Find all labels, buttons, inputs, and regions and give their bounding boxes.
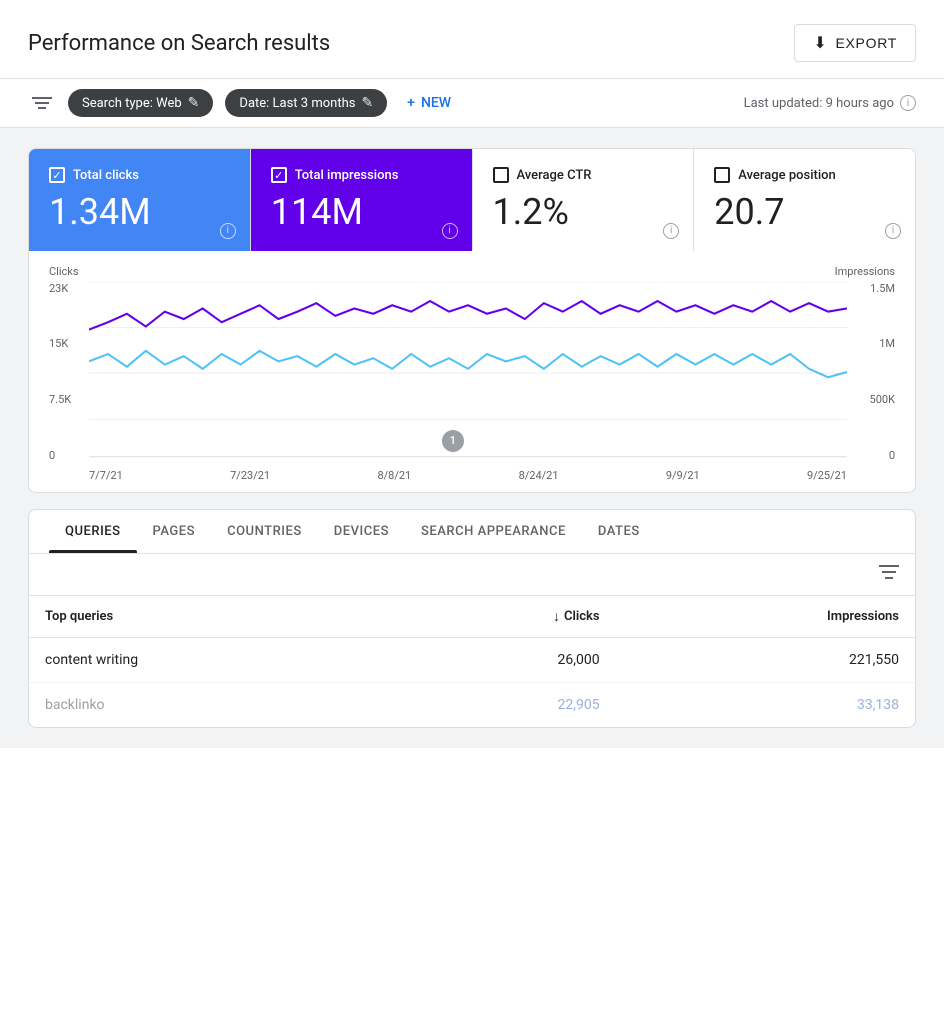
last-updated-info-icon[interactable]: i: [900, 95, 916, 111]
table-filter-icon[interactable]: [879, 564, 899, 585]
impressions-cell[interactable]: 33,138: [616, 682, 915, 727]
chart-container: Clicks Impressions 23K 15K 7.5K 0 1.5M 1…: [29, 251, 915, 492]
table-filter-row: [29, 554, 915, 596]
page-header: Performance on Search results ⬇ EXPORT: [0, 0, 944, 78]
filter-icon-button[interactable]: [28, 92, 56, 114]
x-axis: 7/7/21 7/23/21 8/8/21 8/24/21 9/9/21 9/2…: [89, 469, 847, 482]
table-row: content writing 26,000 221,550: [29, 637, 915, 682]
chart-left-label: Clicks: [49, 265, 79, 278]
tab-countries[interactable]: COUNTRIES: [211, 510, 318, 553]
clicks-label: Total clicks: [73, 168, 139, 183]
new-button[interactable]: + NEW: [399, 91, 459, 115]
last-updated-text: Last updated: 9 hours ago i: [744, 95, 916, 111]
position-checkbox[interactable]: [714, 167, 730, 183]
page-title: Performance on Search results: [28, 31, 330, 56]
chart-area: 23K 15K 7.5K 0 1.5M 1M 500K 0: [49, 282, 895, 482]
y-axis-left: 23K 15K 7.5K 0: [49, 282, 85, 462]
tab-pages[interactable]: PAGES: [137, 510, 212, 553]
export-icon: ⬇: [813, 33, 827, 53]
tab-search-appearance[interactable]: SEARCH APPEARANCE: [405, 510, 582, 553]
clicks-cell[interactable]: 22,905: [389, 682, 615, 727]
metric-tile-ctr[interactable]: Average CTR 1.2% i: [473, 149, 695, 251]
y-axis-right: 1.5M 1M 500K 0: [851, 282, 895, 462]
plus-icon: +: [407, 95, 415, 111]
date-edit-icon: ✎: [361, 95, 373, 111]
tab-devices[interactable]: DEVICES: [318, 510, 405, 553]
ctr-checkbox[interactable]: [493, 167, 509, 183]
chart-svg: 1: [89, 282, 847, 462]
query-cell: content writing: [29, 637, 389, 682]
queries-table: Top queries ↓ Clicks Impressions: [29, 596, 915, 727]
chart-right-label: Impressions: [835, 265, 895, 278]
chart-labels: Clicks Impressions: [49, 265, 895, 278]
metric-tile-position[interactable]: Average position 20.7 i: [694, 149, 915, 251]
metrics-row: Total clicks 1.34M i Total impressions 1…: [29, 149, 915, 251]
search-type-chip[interactable]: Search type: Web ✎: [68, 89, 213, 117]
data-table-card: QUERIES PAGES COUNTRIES DEVICES SEARCH A…: [28, 509, 916, 728]
clicks-info-icon[interactable]: i: [220, 223, 236, 239]
chart-marker[interactable]: 1: [442, 430, 464, 452]
position-label: Average position: [738, 168, 836, 183]
table-header-row: Top queries ↓ Clicks Impressions: [29, 596, 915, 638]
impressions-info-icon[interactable]: i: [442, 223, 458, 239]
metrics-card: Total clicks 1.34M i Total impressions 1…: [28, 148, 916, 493]
date-range-chip[interactable]: Date: Last 3 months ✎: [225, 89, 387, 117]
ctr-info-icon[interactable]: i: [663, 223, 679, 239]
toolbar: Search type: Web ✎ Date: Last 3 months ✎…: [0, 78, 944, 128]
tabs-row: QUERIES PAGES COUNTRIES DEVICES SEARCH A…: [29, 510, 915, 554]
position-info-icon[interactable]: i: [885, 223, 901, 239]
search-type-edit-icon: ✎: [188, 95, 200, 111]
table-row: backlinko 22,905 33,138: [29, 682, 915, 727]
tab-dates[interactable]: DATES: [582, 510, 656, 553]
export-button[interactable]: ⬇ EXPORT: [794, 24, 916, 62]
clicks-value: 1.34M: [49, 193, 230, 233]
ctr-value: 1.2%: [493, 193, 674, 233]
main-content: Total clicks 1.34M i Total impressions 1…: [0, 128, 944, 748]
metric-tile-clicks[interactable]: Total clicks 1.34M i: [29, 149, 251, 251]
metric-tile-impressions[interactable]: Total impressions 114M i: [251, 149, 473, 251]
position-value: 20.7: [714, 193, 895, 233]
clicks-cell[interactable]: 26,000: [389, 637, 615, 682]
impressions-cell[interactable]: 221,550: [616, 637, 915, 682]
col-header-clicks[interactable]: ↓ Clicks: [389, 596, 615, 638]
impressions-checkbox[interactable]: [271, 167, 287, 183]
clicks-checkbox[interactable]: [49, 167, 65, 183]
col-header-impressions: Impressions: [616, 596, 915, 638]
query-cell: backlinko: [29, 682, 389, 727]
impressions-value: 114M: [271, 193, 452, 233]
col-header-query: Top queries: [29, 596, 389, 638]
impressions-label: Total impressions: [295, 168, 399, 183]
ctr-label: Average CTR: [517, 168, 592, 183]
sort-arrow-icon: ↓: [553, 608, 560, 625]
filter-icon: [32, 96, 52, 110]
tab-queries[interactable]: QUERIES: [49, 510, 137, 553]
